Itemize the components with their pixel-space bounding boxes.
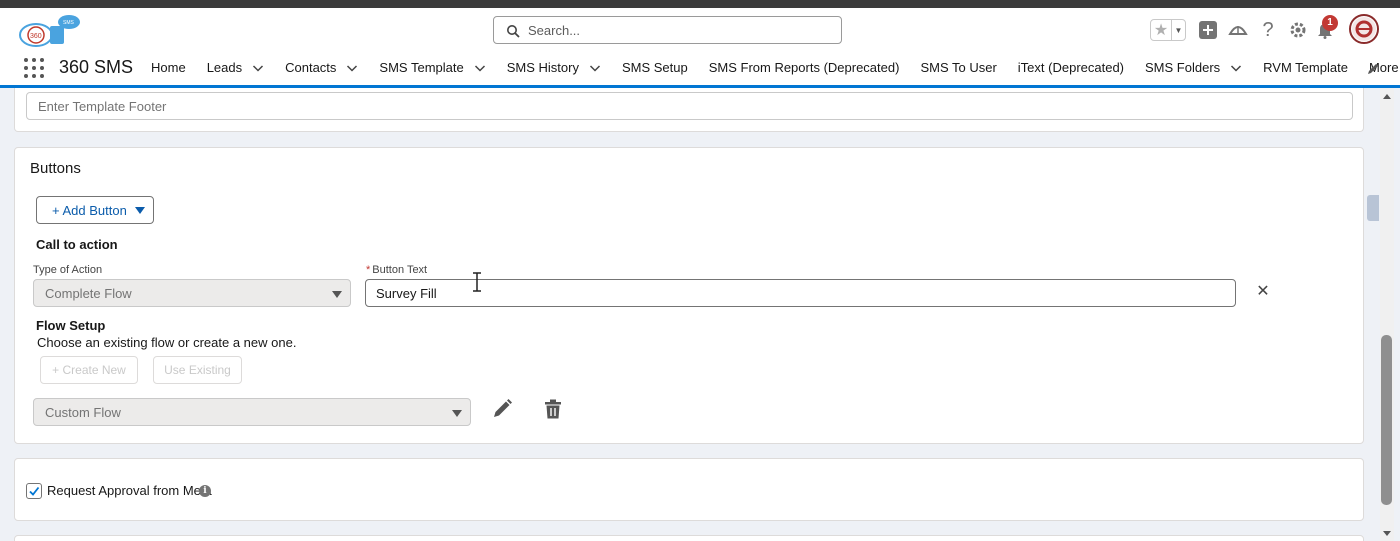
- scroll-down-icon[interactable]: [1382, 528, 1392, 538]
- nav-item-contacts[interactable]: Contacts: [285, 60, 358, 75]
- type-of-action-select[interactable]: Complete Flow: [33, 279, 351, 307]
- approval-card: Request Approval from Meta i: [14, 458, 1364, 521]
- global-actions-icon[interactable]: [1196, 18, 1220, 42]
- nav-item-label: SMS Template: [379, 60, 464, 75]
- chevron-down-icon[interactable]: [1230, 62, 1242, 74]
- checkmark-icon: [29, 486, 40, 496]
- nav-item-sms-setup[interactable]: SMS Setup: [622, 60, 688, 75]
- chevron-down-icon[interactable]: [589, 62, 601, 74]
- app-name: 360 SMS: [59, 57, 134, 77]
- chevron-down-icon[interactable]: ▼: [1171, 20, 1185, 40]
- scrollbar-thumb[interactable]: [1381, 335, 1392, 505]
- nav-item-sms-from-reports-deprecated[interactable]: SMS From Reports (Deprecated): [709, 60, 900, 75]
- button-text-label: * Button Text: [366, 264, 427, 276]
- nav-item-label: SMS Folders: [1145, 60, 1221, 75]
- avatar[interactable]: [1349, 14, 1379, 44]
- svg-text:SMS: SMS: [63, 20, 75, 26]
- nav-item-home[interactable]: Home: [151, 60, 186, 75]
- request-approval-checkbox[interactable]: [26, 483, 42, 499]
- create-new-flow-button[interactable]: + Create New: [40, 356, 138, 384]
- footer-placeholder: Enter Template Footer: [38, 99, 167, 114]
- type-of-action-value: Complete Flow: [45, 286, 132, 301]
- nav-item-sms-history[interactable]: SMS History: [507, 60, 601, 75]
- nav-item-label: SMS To User: [920, 60, 997, 75]
- nav-item-label: SMS History: [506, 60, 579, 75]
- text-cursor-icon: [473, 272, 481, 292]
- template-footer-input[interactable]: Enter Template Footer: [26, 92, 1353, 120]
- request-approval-label: Request Approval from Meta: [47, 483, 212, 498]
- remove-button-icon[interactable]: ✕: [1255, 283, 1271, 300]
- flow-setup-title: Flow Setup: [36, 318, 106, 333]
- trailhead-icon[interactable]: [1226, 18, 1250, 42]
- button-text-value: Survey Fill: [376, 286, 437, 301]
- chevron-down-icon: [452, 410, 462, 417]
- call-to-action-title: Call to action: [36, 237, 118, 252]
- delete-flow-icon[interactable]: [542, 398, 564, 420]
- button-text-input[interactable]: Survey Fill: [365, 279, 1236, 307]
- nav-item-sms-to-user[interactable]: SMS To User: [920, 60, 996, 75]
- gear-icon[interactable]: [1286, 18, 1310, 42]
- chevron-down-icon[interactable]: [474, 62, 486, 74]
- app-nav-bar: 360 SMS Home Leads Contacts SMS Template SMS…: [0, 52, 1400, 88]
- nav-items: Home Leads Contacts SMS Template SMS History…: [151, 60, 1400, 75]
- flow-select-value: Custom Flow: [45, 405, 121, 420]
- buttons-card: Buttons + Add Button Call to action Type…: [14, 147, 1364, 444]
- chevron-down-icon[interactable]: [252, 62, 264, 74]
- app-launcher-icon[interactable]: [24, 58, 44, 78]
- nav-item-label: Home: [151, 60, 186, 75]
- template-footer-card: Enter Template Footer: [14, 88, 1364, 132]
- chevron-down-icon[interactable]: [346, 62, 358, 74]
- nav-item-label: iText (Deprecated): [1017, 60, 1125, 75]
- edit-flow-icon[interactable]: [491, 398, 513, 420]
- app-logo[interactable]: 360 SMS: [14, 14, 84, 48]
- search-icon: [507, 25, 520, 38]
- star-icon[interactable]: ★: [1151, 20, 1171, 40]
- side-panel-toggle[interactable]: [1367, 195, 1379, 221]
- required-asterisk: *: [366, 264, 371, 276]
- type-of-action-label: Type of Action: [33, 264, 103, 276]
- add-button-label: + Add Button: [52, 202, 127, 218]
- caret-down-icon: [134, 206, 145, 214]
- scroll-up-icon[interactable]: [1382, 92, 1392, 102]
- nav-item-sms-template[interactable]: SMS Template: [379, 60, 485, 75]
- search-placeholder: Search...: [528, 23, 581, 38]
- nav-item-label: Contacts: [285, 60, 337, 75]
- nav-item-itext-deprecated[interactable]: iText (Deprecated): [1018, 60, 1124, 75]
- add-button-dropdown[interactable]: + Add Button: [36, 196, 154, 224]
- flow-setup-description: Choose an existing flow or create a new …: [37, 335, 297, 350]
- svg-text:360: 360: [30, 33, 42, 40]
- notification-badge: 1: [1322, 15, 1338, 31]
- global-header: 360 SMS Search... ★ ▼ ? 1: [0, 8, 1400, 52]
- nav-item-leads[interactable]: Leads: [207, 60, 264, 75]
- buttons-title: Buttons: [30, 160, 81, 177]
- nav-item-label: RVM Template: [1263, 60, 1348, 75]
- global-search-input[interactable]: Search...: [493, 16, 842, 44]
- chevron-down-icon: [332, 291, 342, 298]
- button-text-label-text: Button Text: [372, 264, 428, 276]
- flow-select[interactable]: Custom Flow: [33, 398, 471, 426]
- use-existing-flow-button[interactable]: Use Existing: [153, 356, 242, 384]
- edit-nav-icon[interactable]: [1366, 62, 1380, 76]
- nav-item-label: SMS From Reports (Deprecated): [708, 60, 900, 75]
- info-icon[interactable]: i: [199, 485, 211, 497]
- browser-top-strip: [0, 0, 1400, 8]
- nav-item-rvm-template[interactable]: RVM Template: [1263, 60, 1348, 75]
- use-existing-label: Use Existing: [164, 363, 231, 377]
- help-icon[interactable]: ?: [1256, 18, 1280, 42]
- create-new-label: + Create New: [52, 363, 126, 377]
- nav-item-label: Leads: [206, 60, 243, 75]
- next-section-card: [14, 535, 1364, 541]
- favorites-button-group[interactable]: ★ ▼: [1150, 19, 1186, 41]
- nav-item-sms-folders[interactable]: SMS Folders: [1145, 60, 1242, 75]
- nav-item-label: SMS Setup: [621, 60, 688, 75]
